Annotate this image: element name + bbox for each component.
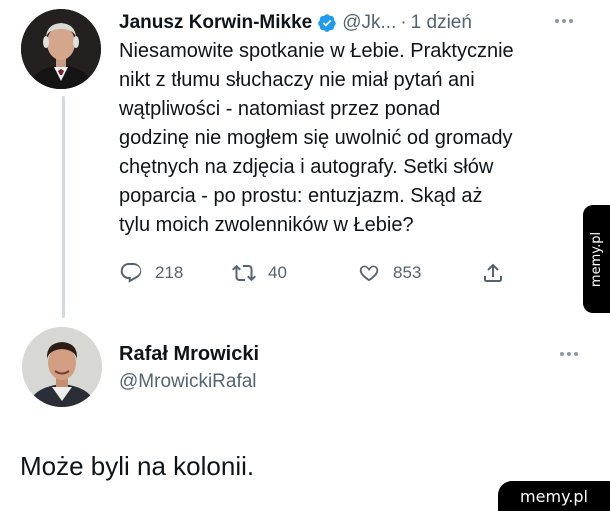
tweet-actions: 218 40 853 — [119, 258, 539, 288]
author-photo — [21, 9, 101, 89]
thread-connector-line — [62, 96, 65, 318]
author-name[interactable]: Janusz Korwin-Mikke — [119, 12, 312, 34]
reply-avatar[interactable] — [22, 327, 102, 407]
like-count: 853 — [393, 263, 422, 282]
reply-author-handle[interactable]: @MrowickiRafal — [119, 371, 257, 393]
author-handle[interactable]: @Jk... — [342, 12, 396, 34]
like-icon — [359, 265, 379, 282]
reply-author-photo — [22, 327, 102, 407]
reply-author-name[interactable]: Rafał Mrowicki — [119, 343, 259, 366]
retweet-count: 40 — [268, 263, 287, 282]
tweet-text: Niesamowite spotkanie w Łebie. Praktyczn… — [119, 40, 514, 236]
tweet-timestamp[interactable]: 1 dzień — [411, 12, 472, 34]
separator-dot: · — [400, 12, 407, 33]
watermark-bottom-text: memy.pl — [520, 486, 588, 506]
watermark-bottom: memy.pl — [498, 481, 610, 511]
share-icon — [484, 263, 502, 282]
avatar[interactable] — [21, 9, 101, 89]
verified-badge-icon — [318, 14, 336, 32]
reply-icon — [120, 263, 142, 283]
more-icon[interactable] — [555, 19, 573, 23]
reply-count: 218 — [155, 263, 184, 282]
watermark-side: memy.pl — [583, 205, 610, 313]
retweet-icon — [232, 264, 256, 282]
tweet-header: Janusz Korwin-Mikke @Jk... · 1 dzień — [119, 9, 586, 37]
more-icon[interactable] — [560, 352, 578, 356]
reply-text: Może byli na kolonii. — [20, 451, 255, 481]
like-button[interactable]: 853 — [357, 258, 421, 288]
watermark-side-text: memy.pl — [589, 231, 605, 287]
share-button[interactable] — [481, 258, 517, 288]
retweet-button[interactable]: 40 — [232, 258, 287, 288]
reply-button[interactable]: 218 — [119, 258, 183, 288]
